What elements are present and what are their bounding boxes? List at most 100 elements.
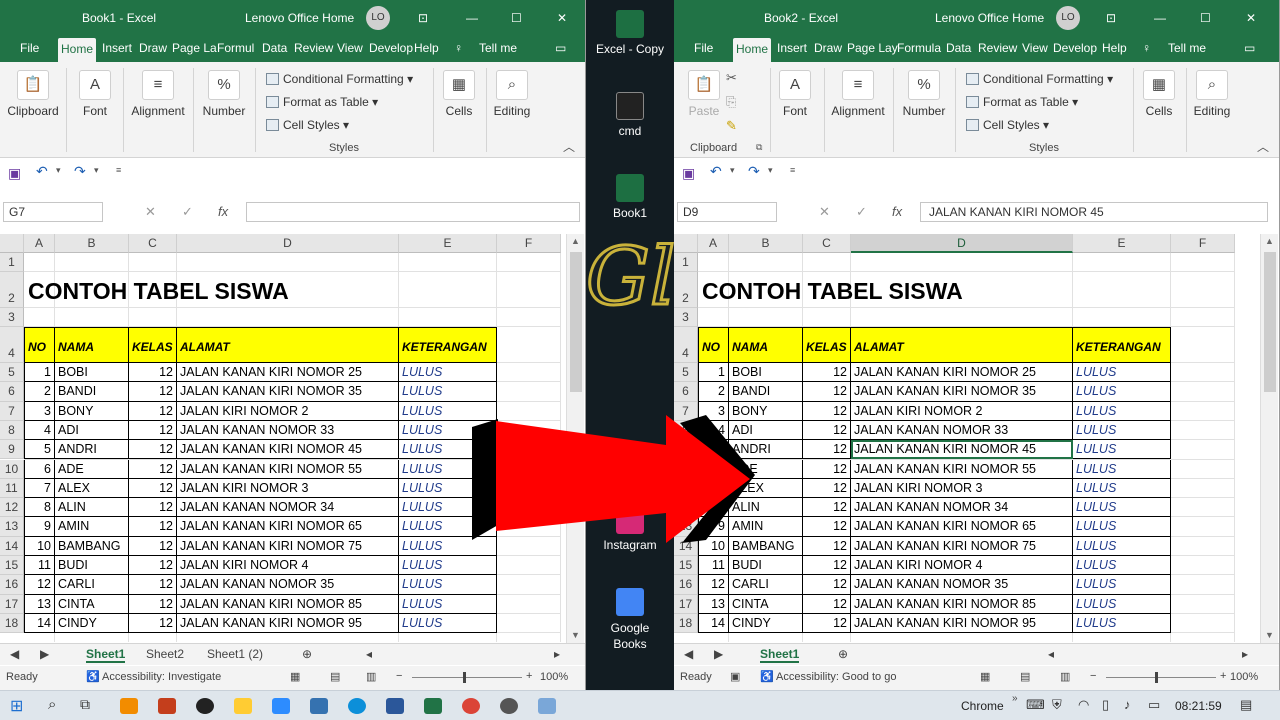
cell-kelas[interactable]: 12 [129, 382, 177, 402]
cell-alamat[interactable]: JALAN KANAN KIRI NOMOR 35 [851, 382, 1073, 402]
format-painter-icon[interactable]: ✎ [726, 118, 737, 134]
sheet-tab-sheet1-copy[interactable]: Sheet1 (2) [207, 647, 263, 661]
lightbulb-icon[interactable]: ♀ [1142, 41, 1151, 55]
cell-no[interactable]: 10 [698, 536, 729, 556]
vlc-icon[interactable] [120, 698, 138, 714]
close-icon[interactable]: ✕ [1246, 11, 1256, 25]
cell-kelas[interactable]: 12 [129, 420, 177, 441]
clipboard-group[interactable]: 📋 Clipboard [4, 62, 62, 158]
normal-view-icon[interactable]: ▦ [980, 670, 990, 683]
cell-nama[interactable]: BONY [55, 401, 129, 421]
undo-dropdown-icon[interactable]: ▾ [730, 165, 735, 176]
tab-data[interactable]: Data [946, 41, 971, 55]
tab-page-layout[interactable]: Page Lay [847, 41, 898, 55]
cell-keterangan[interactable]: LULUS [1073, 478, 1171, 499]
tab-page-layout[interactable]: Page La [172, 41, 217, 55]
cell-kelas[interactable]: 12 [129, 536, 177, 556]
cell-nama[interactable]: AMIN [55, 517, 129, 537]
cell-kelas[interactable]: 12 [803, 536, 851, 556]
row-header-13[interactable]: 13 [674, 517, 698, 537]
row-header-1[interactable]: 1 [0, 253, 24, 272]
cell-kelas[interactable]: 12 [803, 594, 851, 614]
row-header-5[interactable]: 5 [0, 363, 24, 383]
task-view-icon[interactable]: ⧉ [80, 696, 90, 713]
hscroll-left-icon[interactable]: ◂ [1048, 647, 1054, 661]
cell-no[interactable]: 2 [24, 382, 55, 402]
minimize-icon[interactable]: — [466, 11, 478, 25]
normal-view-icon[interactable]: ▦ [290, 670, 300, 683]
vertical-scrollbar[interactable]: ▲ ▼ [566, 234, 584, 644]
cell-no[interactable]: 9 [698, 517, 729, 537]
column-header-d[interactable]: D [851, 234, 1073, 253]
cut-icon[interactable]: ✂ [726, 70, 737, 86]
avatar[interactable]: LO [366, 6, 390, 30]
cell-alamat[interactable]: JALAN KANAN NOMOR 34 [851, 498, 1073, 518]
tell-me-search[interactable]: Tell me [479, 41, 517, 55]
collapse-ribbon-icon[interactable]: ︿ [563, 138, 575, 155]
cell-no[interactable]: 6 [24, 459, 55, 479]
cell-alamat[interactable]: JALAN KIRI NOMOR 2 [851, 401, 1073, 421]
cell-keterangan[interactable]: LULUS [1073, 382, 1171, 402]
font-group[interactable]: A Font [770, 62, 820, 158]
file-explorer-icon[interactable] [234, 698, 252, 714]
cell-kelas[interactable]: 12 [129, 556, 177, 576]
cell-alamat[interactable]: JALAN KANAN KIRI NOMOR 35 [177, 382, 399, 402]
cell-no[interactable]: 3 [698, 401, 729, 421]
cell-alamat[interactable]: JALAN KANAN NOMOR 35 [851, 575, 1073, 595]
redo-dropdown-icon[interactable]: ▾ [768, 165, 773, 176]
undo-dropdown-icon[interactable]: ▾ [56, 165, 61, 176]
cell-keterangan[interactable]: LULUS [1073, 613, 1171, 634]
cell-no[interactable]: 6 [698, 459, 729, 479]
scroll-down-icon[interactable]: ▼ [571, 630, 580, 640]
cell-no[interactable]: 14 [24, 613, 55, 634]
cell-kelas[interactable]: 12 [129, 363, 177, 383]
cell-alamat[interactable]: JALAN KANAN KIRI NOMOR 65 [177, 517, 399, 537]
macro-record-icon[interactable]: ▣ [730, 670, 740, 683]
cell-alamat[interactable]: JALAN KANAN KIRI NOMOR 85 [851, 594, 1073, 614]
row-header-8[interactable]: 8 [674, 420, 698, 441]
save-icon[interactable]: ▣ [682, 165, 695, 182]
cell-nama[interactable]: BOBI [55, 363, 129, 383]
clock[interactable]: 08:21:59 [1175, 699, 1222, 713]
tab-developer[interactable]: Develop [369, 41, 413, 55]
excel-icon[interactable] [424, 698, 442, 714]
column-header-e[interactable]: E [399, 234, 497, 253]
cell-kelas[interactable]: 12 [803, 363, 851, 383]
enter-icon[interactable]: ✓ [856, 204, 867, 220]
row-header-9[interactable]: 9 [0, 440, 24, 460]
cell-no[interactable]: 2 [698, 382, 729, 402]
tab-data[interactable]: Data [262, 41, 287, 55]
cell-keterangan[interactable]: LULUS [1073, 440, 1171, 460]
row-header-14[interactable]: 14 [0, 536, 24, 556]
sheet-tab-sheet1[interactable]: Sheet1 [760, 647, 800, 663]
page-break-view-icon[interactable]: ▥ [366, 670, 376, 683]
desktop-icon-book1[interactable]: Book1 [586, 174, 674, 220]
cell-alamat[interactable]: JALAN KANAN KIRI NOMOR 65 [851, 517, 1073, 537]
accessibility-status[interactable]: Accessibility: Investigate [102, 671, 221, 683]
cell-alamat[interactable]: JALAN KANAN KIRI NOMOR 55 [851, 459, 1073, 479]
cell-keterangan[interactable]: LULUS [399, 478, 497, 499]
conditional-formatting-button[interactable]: Conditional Formatting ▾ [966, 72, 1113, 86]
redo-icon[interactable]: ↷ [748, 163, 760, 180]
cell-nama[interactable]: ALEX [729, 478, 803, 499]
cell-no[interactable]: 4 [24, 420, 55, 441]
cell-nama[interactable]: BANDI [729, 382, 803, 402]
ribbon-display-icon[interactable]: ⊡ [418, 11, 428, 25]
zoom-level[interactable]: 100% [540, 671, 568, 683]
cell-keterangan[interactable]: LULUS [399, 613, 497, 634]
row-header-18[interactable]: 18 [674, 613, 698, 634]
cell-kelas[interactable]: 12 [129, 478, 177, 499]
row-header-5[interactable]: 5 [674, 363, 698, 383]
desktop-icon-instagram[interactable]: Instagram [586, 506, 674, 552]
wifi-icon[interactable]: ◠ [1078, 697, 1089, 713]
security-icon[interactable]: ⛨ [1052, 697, 1062, 713]
tab-insert[interactable]: Insert [777, 41, 807, 55]
desktop-icon-excel-copy[interactable]: Excel - Copy [586, 10, 674, 56]
zoom-out-icon[interactable]: − [396, 670, 402, 682]
scroll-thumb[interactable] [1264, 252, 1276, 392]
cell-keterangan[interactable]: LULUS [399, 363, 497, 383]
column-header-f[interactable]: F [497, 234, 561, 253]
cell-no[interactable]: 13 [24, 594, 55, 614]
scroll-up-icon[interactable]: ▲ [571, 236, 580, 246]
cell-kelas[interactable]: 12 [803, 498, 851, 518]
